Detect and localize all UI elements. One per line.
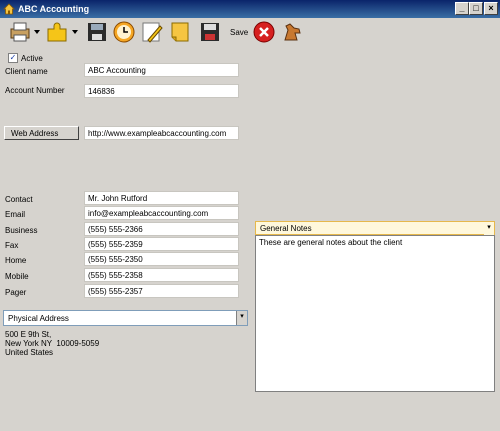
horse-icon[interactable] <box>280 20 304 44</box>
clock-icon[interactable] <box>112 20 136 44</box>
pager-field[interactable]: (555) 555-2357 <box>84 284 239 298</box>
fax-field[interactable]: (555) 555-2359 <box>84 237 239 251</box>
title-bar[interactable]: ABC Accounting _ □ × <box>0 0 500 18</box>
chevron-down-icon[interactable]: ▾ <box>484 222 494 236</box>
email-field[interactable]: info@exampleabcaccounting.com <box>84 206 239 220</box>
notes-type-select[interactable]: General Notes ▾ <box>255 221 495 236</box>
window-title: ABC Accounting <box>18 4 90 14</box>
close-window-button[interactable]: × <box>484 2 498 15</box>
home-phone-field[interactable]: (555) 555-2350 <box>84 252 239 266</box>
address-line-2: New York NY 10009-5059 <box>5 339 100 348</box>
edit-pencil-icon[interactable] <box>140 20 164 44</box>
puzzle-icon[interactable] <box>45 20 69 44</box>
chevron-down-icon[interactable] <box>72 30 78 34</box>
save-disk-icon[interactable] <box>198 20 222 44</box>
printer-icon[interactable] <box>8 20 32 44</box>
chevron-down-icon[interactable]: ▾ <box>236 311 247 325</box>
address-block: 500 E 9th St, New York NY 10009-5059 Uni… <box>5 330 99 357</box>
minimize-button[interactable]: _ <box>455 2 469 15</box>
toolbar: Save <box>0 18 500 48</box>
home-label: Home <box>5 256 27 265</box>
close-icon[interactable] <box>252 20 276 44</box>
active-checkbox[interactable]: ✓ <box>8 53 18 63</box>
mobile-phone-field[interactable]: (555) 555-2358 <box>84 268 239 282</box>
address-type-select[interactable]: Physical Address ▾ <box>3 310 248 326</box>
chevron-down-icon[interactable] <box>34 30 40 34</box>
floppy-disk-icon[interactable] <box>85 20 109 44</box>
contact-label: Contact <box>5 195 33 204</box>
address-type-value: Physical Address <box>8 314 69 323</box>
address-line-3: United States <box>5 348 54 357</box>
business-phone-field[interactable]: (555) 555-2366 <box>84 222 239 236</box>
notes-textarea[interactable]: These are general notes about the client <box>255 235 495 392</box>
save-label[interactable]: Save <box>230 28 248 37</box>
client-name-label: Client name <box>5 67 48 76</box>
web-address-button[interactable]: Web Address <box>4 126 79 140</box>
fax-label: Fax <box>5 241 19 250</box>
web-address-field[interactable]: http://www.exampleabcaccounting.com <box>84 126 239 140</box>
business-label: Business <box>5 226 38 235</box>
contact-field[interactable]: Mr. John Rutford <box>84 191 239 205</box>
mobile-label: Mobile <box>5 272 29 281</box>
sticky-note-icon[interactable] <box>168 20 192 44</box>
pager-label: Pager <box>5 288 27 297</box>
address-line-1: 500 E 9th St, <box>5 330 52 339</box>
client-window: ABC Accounting _ □ × Save ✓ Active Clien… <box>0 0 500 431</box>
account-number-label: Account Number <box>5 86 65 95</box>
active-label: Active <box>21 54 43 63</box>
maximize-button[interactable]: □ <box>469 2 483 15</box>
account-number-field[interactable]: 146836 <box>84 84 239 98</box>
house-icon <box>3 3 15 15</box>
notes-type-value: General Notes <box>260 224 312 233</box>
email-label: Email <box>5 210 26 219</box>
client-name-field[interactable]: ABC Accounting <box>84 63 239 77</box>
